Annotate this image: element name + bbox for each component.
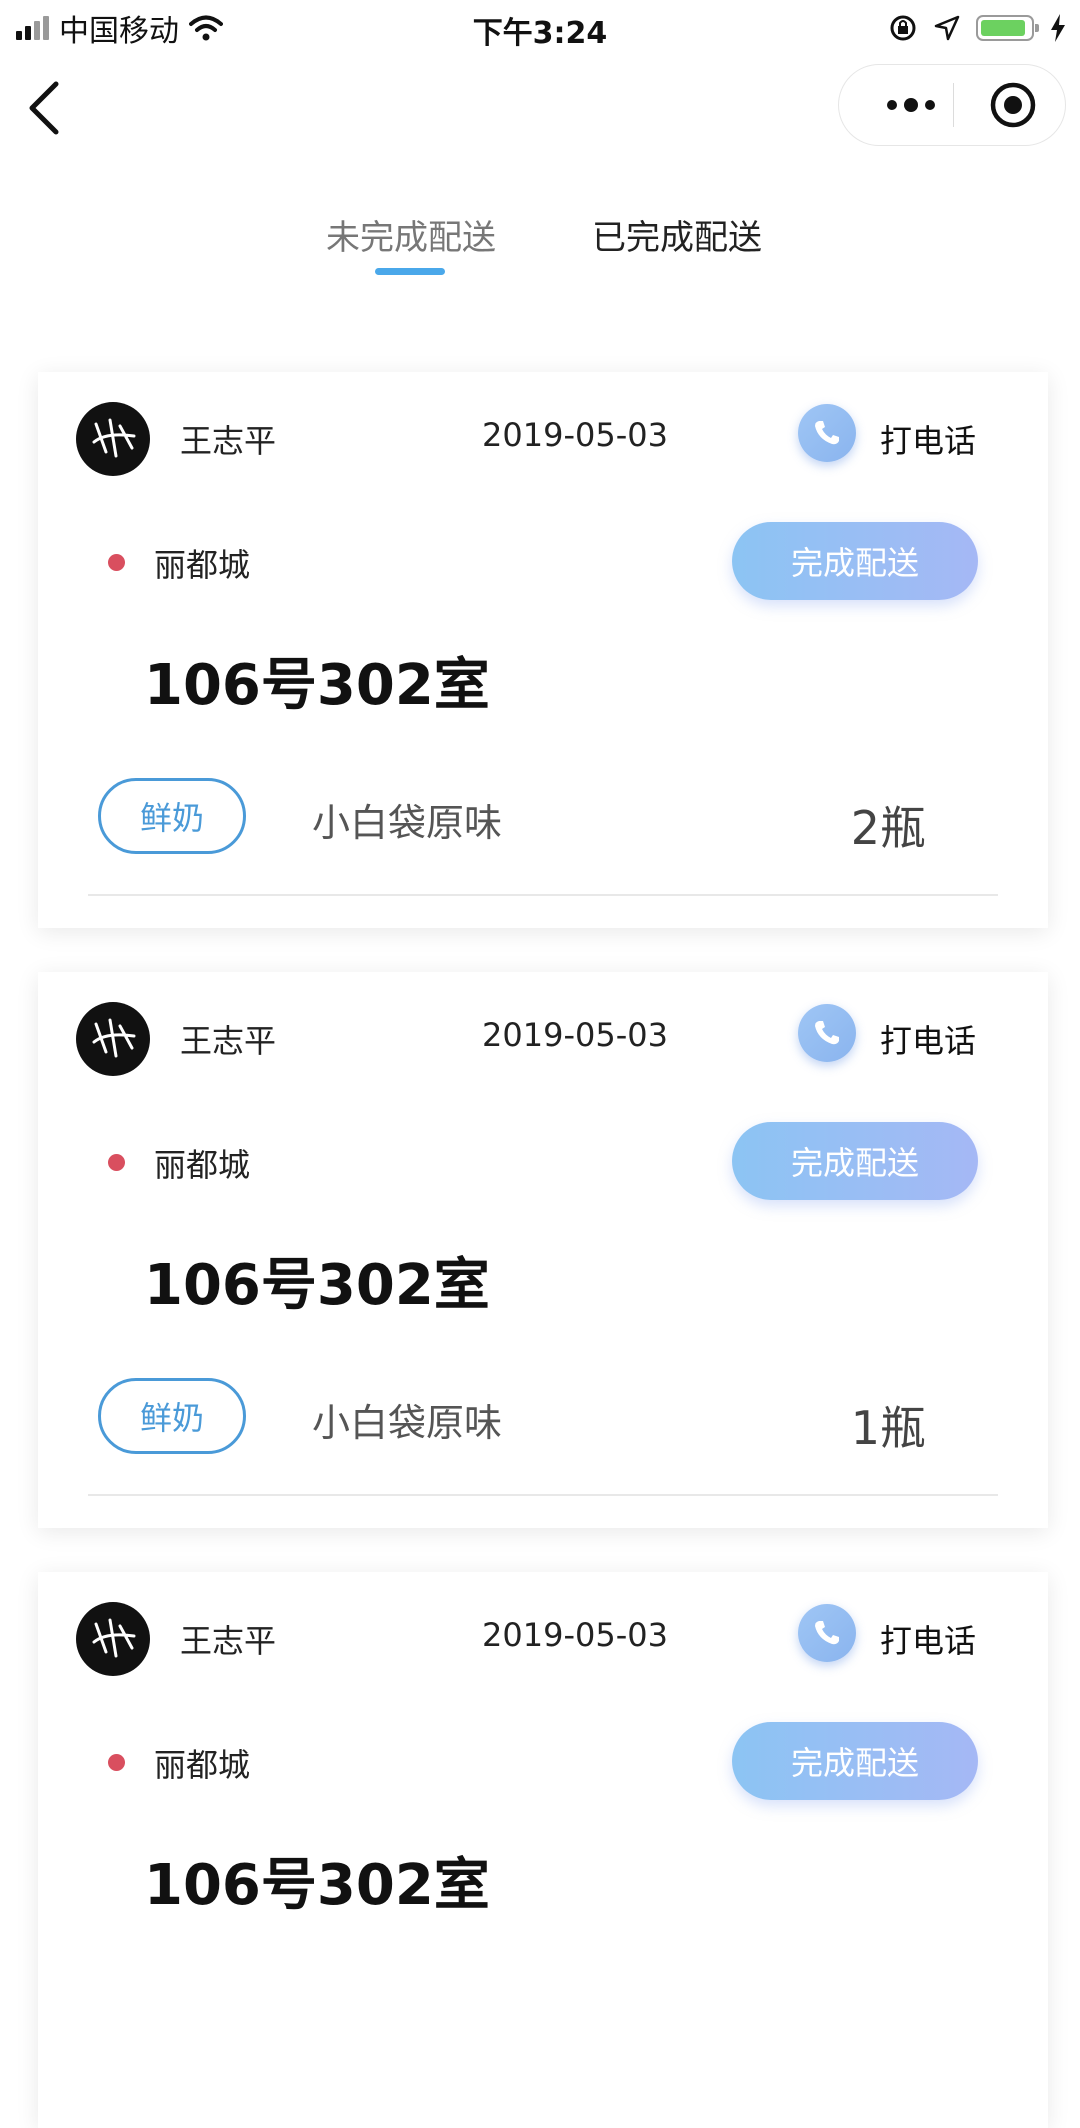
product-name: 小白袋原味 — [312, 1401, 503, 1445]
status-right — [888, 8, 1066, 48]
complete-delivery-button[interactable]: 完成配送 — [732, 1722, 978, 1800]
card-divider — [88, 1494, 998, 1496]
location-dot — [108, 1154, 125, 1171]
customer-name: 王志平 — [180, 422, 277, 460]
quantity: 2瓶 — [850, 801, 926, 855]
phone-icon[interactable] — [798, 404, 856, 462]
room-address: 106号302室 — [144, 1253, 490, 1318]
community-name: 丽都城 — [154, 1746, 251, 1784]
more-dots-icon — [887, 98, 935, 112]
quantity: 1瓶 — [850, 1401, 926, 1455]
avatar — [76, 402, 150, 476]
call-button[interactable]: 打电话 — [880, 1616, 976, 1662]
status-bar: 中国移动 下午3:24 — [0, 0, 1080, 54]
community-name: 丽都城 — [154, 1146, 251, 1184]
location-dot — [108, 554, 125, 571]
community-name: 丽都城 — [154, 546, 251, 584]
charging-icon — [1051, 14, 1065, 42]
order-date: 2019-05-03 — [482, 1616, 668, 1654]
complete-delivery-button[interactable]: 完成配送 — [732, 1122, 978, 1200]
active-tab-indicator — [375, 268, 445, 275]
call-button[interactable]: 打电话 — [880, 1016, 976, 1062]
more-button[interactable] — [875, 65, 947, 145]
phone-icon[interactable] — [798, 1004, 856, 1062]
product-name: 小白袋原味 — [312, 801, 503, 845]
order-date: 2019-05-03 — [482, 416, 668, 454]
avatar — [76, 1602, 150, 1676]
customer-name: 王志平 — [180, 1622, 277, 1660]
order-card: 王志平 2019-05-03 打电话 丽都城 完成配送 106号302室 鲜奶 … — [38, 972, 1048, 1528]
avatar — [76, 1002, 150, 1076]
location-icon — [934, 15, 960, 41]
battery-icon — [976, 15, 1039, 41]
chevron-left-icon — [29, 81, 59, 135]
location-dot — [108, 1754, 125, 1771]
card-divider — [88, 894, 998, 896]
call-button[interactable]: 打电话 — [880, 416, 976, 462]
phone-icon[interactable] — [798, 1604, 856, 1662]
capsule-divider — [953, 83, 954, 127]
room-address: 106号302室 — [144, 653, 490, 718]
customer-name: 王志平 — [180, 1022, 277, 1060]
tab-completed-delivery[interactable]: 已完成配送 — [592, 210, 762, 259]
order-card: 王志平 2019-05-03 打电话 丽都城 完成配送 106号302室 鲜奶 … — [38, 372, 1048, 928]
delivery-tabs: 未完成配送 已完成配送 — [0, 210, 1080, 280]
tab-pending-delivery[interactable]: 未完成配送 — [326, 210, 496, 259]
close-miniprogram-button[interactable] — [977, 65, 1049, 145]
category-tag: 鲜奶 — [98, 778, 246, 854]
order-date: 2019-05-03 — [482, 1016, 668, 1054]
back-button[interactable] — [24, 80, 74, 140]
miniprogram-capsule — [838, 64, 1066, 146]
target-icon — [990, 82, 1036, 128]
complete-delivery-button[interactable]: 完成配送 — [732, 522, 978, 600]
category-tag: 鲜奶 — [98, 1378, 246, 1454]
rotation-lock-icon — [890, 15, 916, 41]
order-card: 王志平 2019-05-03 打电话 丽都城 完成配送 106号302室 — [38, 1572, 1048, 2128]
room-address: 106号302室 — [144, 1853, 490, 1918]
